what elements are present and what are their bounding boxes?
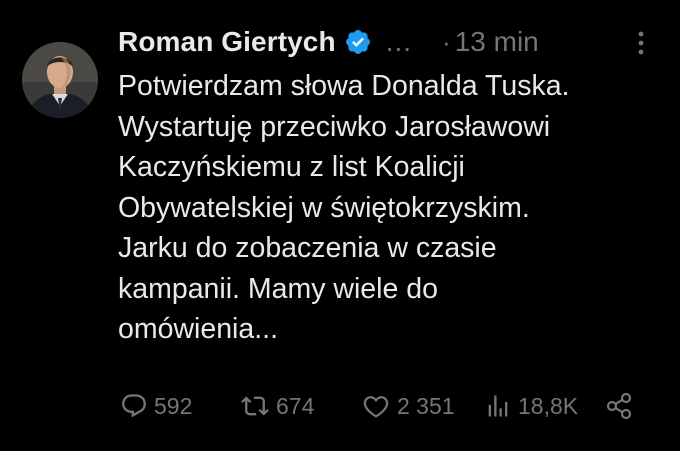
repost-button[interactable]: 674 <box>240 386 314 426</box>
avatar-image <box>22 42 98 118</box>
like-count: 2 351 <box>397 392 455 419</box>
tweet-text: Potwierdzam słowa Donalda Tuska. Wystart… <box>118 70 570 345</box>
separator-dot: · <box>442 26 451 57</box>
more-options-button[interactable] <box>634 30 648 56</box>
repost-arrows-icon <box>241 396 269 416</box>
heart-icon <box>363 396 389 418</box>
tweet-card[interactable]: Roman Giertych ... · 13 min Potwierdzam … <box>0 0 680 451</box>
timestamp[interactable]: 13 min <box>455 26 539 58</box>
reply-count: 592 <box>154 392 193 419</box>
share-button[interactable] <box>604 386 634 426</box>
action-bar: 592 674 2 351 18,8K <box>0 386 680 426</box>
views-count: 18,8K <box>518 392 579 419</box>
name-truncation-ellipsis: ... <box>385 26 413 57</box>
like-button[interactable]: 2 351 <box>361 386 455 426</box>
reply-button[interactable]: 592 <box>120 386 192 426</box>
speech-bubble-icon <box>122 394 146 418</box>
tweet-header: Roman Giertych ... · 13 min <box>118 22 539 62</box>
vertical-dots-icon <box>638 31 644 55</box>
share-icon <box>606 392 632 420</box>
verified-badge-icon <box>344 28 372 56</box>
bar-chart-icon <box>488 395 508 417</box>
views-button[interactable]: 18,8K <box>484 386 578 426</box>
repost-count: 674 <box>276 392 315 419</box>
author-name[interactable]: Roman Giertych <box>118 26 336 58</box>
avatar[interactable] <box>22 42 98 118</box>
